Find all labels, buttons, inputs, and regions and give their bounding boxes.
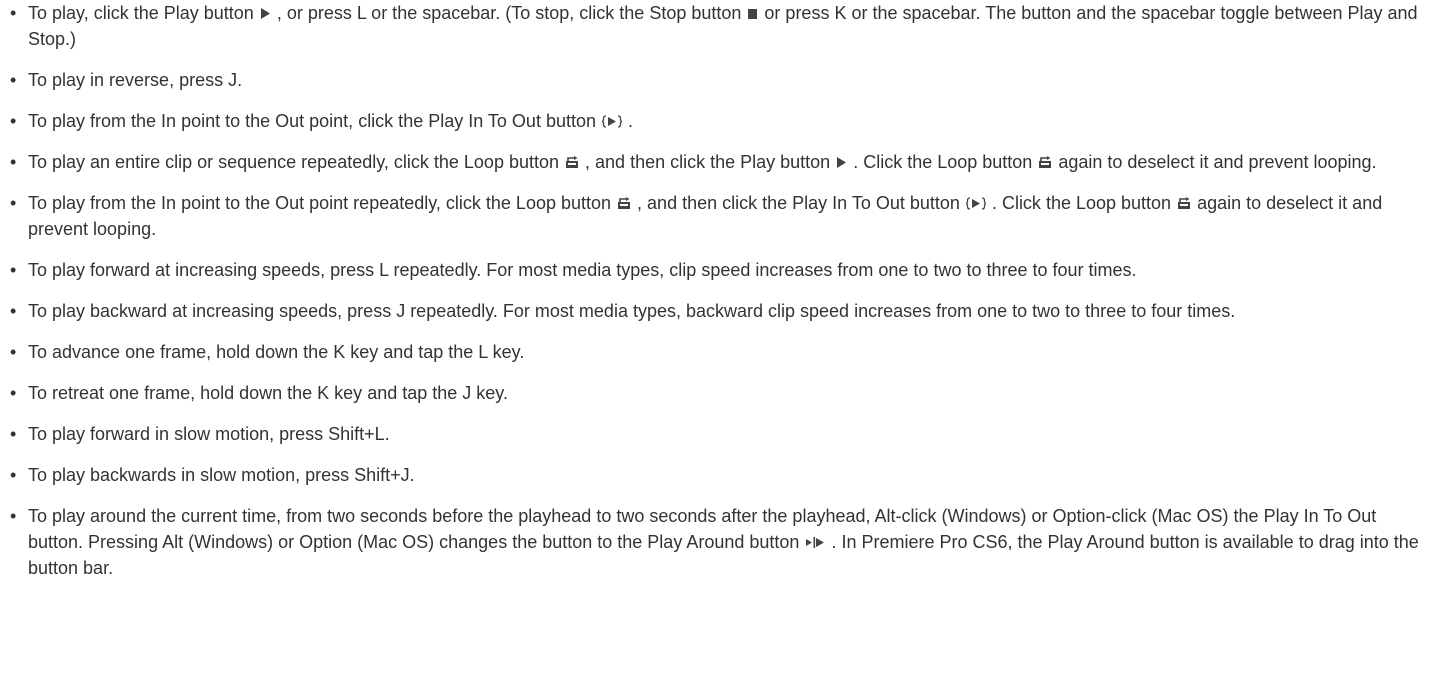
item-text: . Click the Loop button: [853, 152, 1038, 172]
item-text: To play backwards in slow motion, press …: [28, 465, 415, 485]
loop-icon: [617, 197, 631, 210]
play-in-to-out-icon: [602, 115, 622, 128]
item-text: To play from the In point to the Out poi…: [28, 193, 617, 213]
list-item: • To play forward at increasing speeds, …: [6, 257, 1434, 283]
item-text: To play, click the Play button: [28, 3, 259, 23]
list-item: • To retreat one frame, hold down the K …: [6, 380, 1434, 406]
bullet-dot: •: [10, 465, 17, 485]
item-text: To play forward in slow motion, press Sh…: [28, 424, 390, 444]
item-text: To play from the In point to the Out poi…: [28, 111, 601, 131]
list-item: • To play in reverse, press J.: [6, 67, 1434, 93]
item-text: To play an entire clip or sequence repea…: [28, 152, 565, 172]
item-text: . Click the Loop button: [991, 193, 1177, 213]
list-item: • To play from the In point to the Out p…: [6, 190, 1434, 242]
list-item: • To play forward in slow motion, press …: [6, 421, 1434, 447]
play-around-icon: [805, 536, 825, 549]
play-triangle-icon: [836, 156, 847, 169]
bullet-dot: •: [10, 301, 17, 321]
loop-icon: [1177, 197, 1191, 210]
item-text: To play backward at increasing speeds, p…: [28, 301, 1236, 321]
loop-icon: [1038, 156, 1052, 169]
item-text: , and then click the Play In To Out butt…: [637, 193, 965, 213]
loop-icon: [565, 156, 579, 169]
play-triangle-icon: [260, 7, 271, 20]
item-text: , or press L or the spacebar. (To stop, …: [276, 3, 747, 23]
list-item: • To advance one frame, hold down the K …: [6, 339, 1434, 365]
item-text: To retreat one frame, hold down the K ke…: [28, 383, 508, 403]
item-text: To play in reverse, press J.: [28, 70, 243, 90]
item-text: again to deselect it and prevent looping…: [1058, 152, 1377, 172]
item-text: To advance one frame, hold down the K ke…: [28, 342, 525, 362]
playback-instructions-list: • To play, click the Play button , or pr…: [0, 0, 1434, 581]
item-text: .: [628, 111, 634, 131]
bullet-dot: •: [10, 193, 17, 213]
bullet-dot: •: [10, 70, 17, 90]
list-item: • To play an entire clip or sequence rep…: [6, 149, 1434, 175]
bullet-dot: •: [10, 506, 17, 526]
item-text: To play forward at increasing speeds, pr…: [28, 260, 1137, 280]
bullet-dot: •: [10, 342, 17, 362]
play-in-to-out-icon: [965, 197, 986, 210]
bullet-dot: •: [10, 3, 17, 23]
list-item: • To play from the In point to the Out p…: [6, 108, 1434, 134]
stop-square-icon: [747, 8, 758, 20]
item-text: , and then click the Play button: [585, 152, 836, 172]
list-item: • To play backward at increasing speeds,…: [6, 298, 1434, 324]
bullet-dot: •: [10, 111, 17, 131]
list-item: • To play backwards in slow motion, pres…: [6, 462, 1434, 488]
bullet-dot: •: [10, 152, 17, 172]
bullet-dot: •: [10, 383, 17, 403]
bullet-dot: •: [10, 424, 17, 444]
list-item: • To play, click the Play button , or pr…: [6, 0, 1434, 52]
bullet-dot: •: [10, 260, 17, 280]
list-item: • To play around the current time, from …: [6, 503, 1434, 581]
